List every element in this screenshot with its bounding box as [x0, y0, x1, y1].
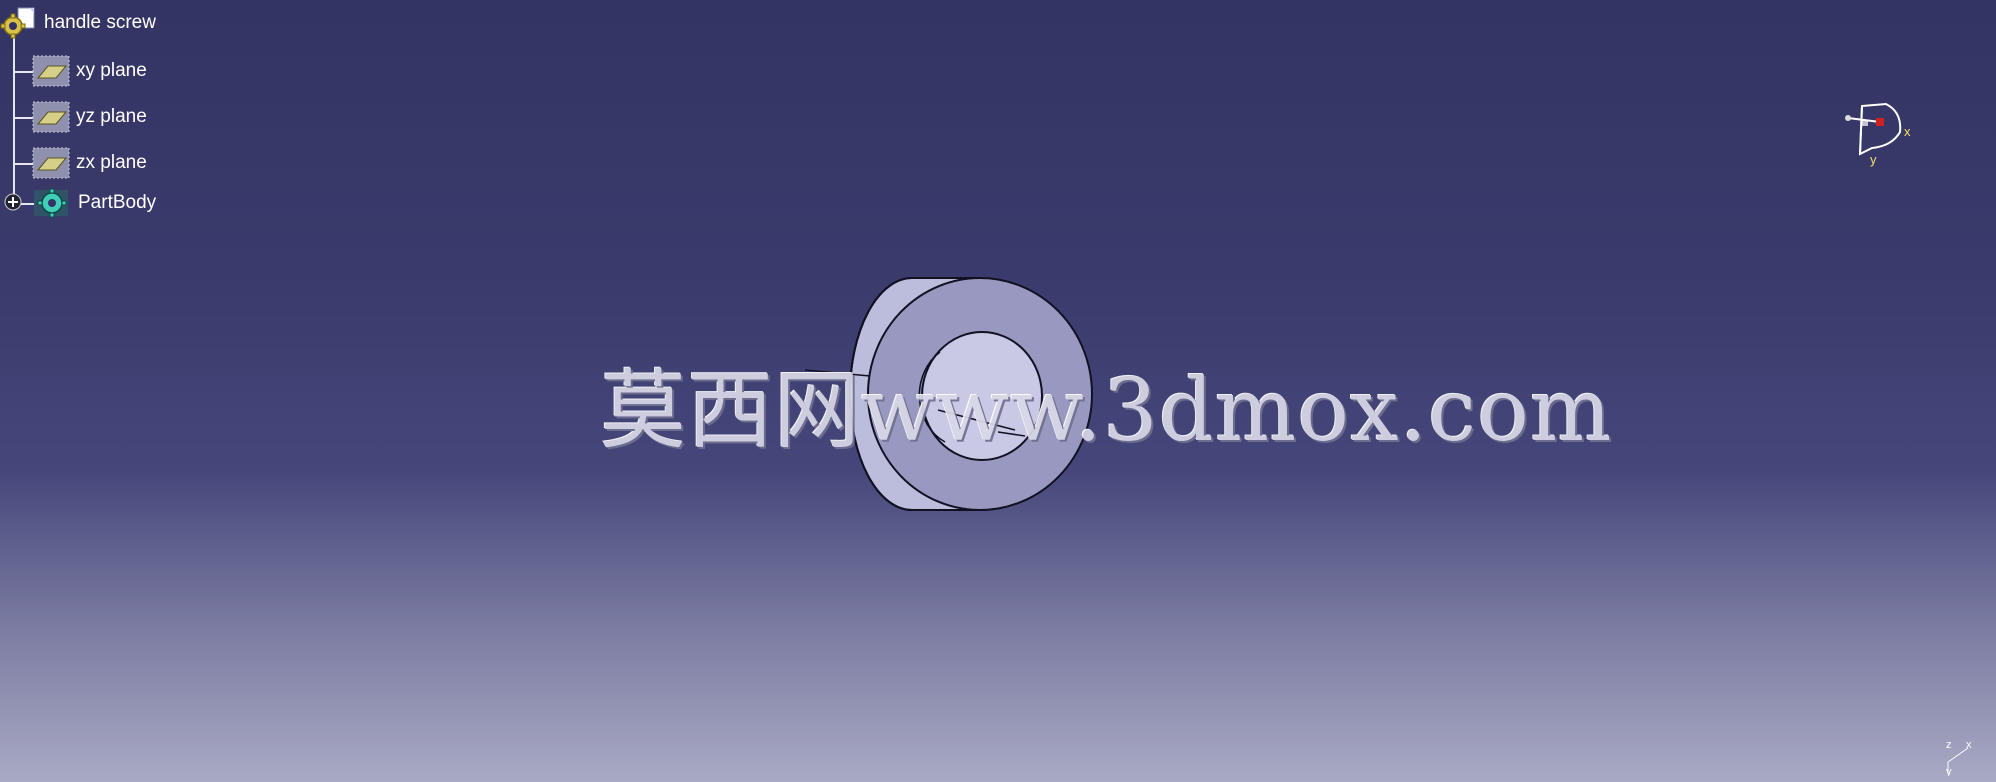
tree-node-yz-plane[interactable]: yz plane: [32, 100, 147, 134]
plane-icon: [32, 55, 70, 87]
tree-node-root[interactable]: handle screw: [0, 6, 156, 40]
tree-branch-line: [14, 163, 34, 165]
tree-node-label: handle screw: [44, 12, 156, 33]
tree-node-partbody[interactable]: PartBody: [32, 186, 156, 220]
tree-node-zx-plane[interactable]: zx plane: [32, 146, 147, 180]
3d-viewport[interactable]: handle screw xy plane yz plane zx plane: [0, 0, 1996, 782]
plane-icon: [32, 147, 70, 179]
compass-x-label: x: [1904, 124, 1911, 139]
compass-y-label: y: [1870, 152, 1877, 167]
watermark: 莫西网www.3dmox.com: [600, 340, 1611, 461]
tree-node-label: PartBody: [78, 192, 157, 213]
axis-y-label: y: [1946, 766, 1952, 776]
tree-branch-line: [14, 117, 34, 119]
watermark-text: 莫西网www.3dmox.com: [600, 361, 1613, 461]
plus-expand-icon[interactable]: [4, 193, 22, 211]
tree-node-label: xy plane: [76, 60, 147, 81]
tree-node-label: zx plane: [76, 152, 147, 173]
tree-node-label: yz plane: [76, 106, 147, 127]
partbody-gear-icon: [34, 188, 68, 218]
tree-branch-line: [14, 71, 34, 73]
plane-icon: [32, 101, 70, 133]
tree-node-xy-plane[interactable]: xy plane: [32, 54, 147, 88]
compass-icon[interactable]: x y: [1840, 96, 1920, 176]
axis-triad-icon: z x y: [1946, 739, 1972, 776]
axis-z-label: z: [1946, 739, 1952, 751]
specification-tree: handle screw xy plane yz plane zx plane: [0, 0, 200, 230]
part-gear-icon: [0, 7, 35, 39]
axis-x-label: x: [1966, 739, 1972, 751]
